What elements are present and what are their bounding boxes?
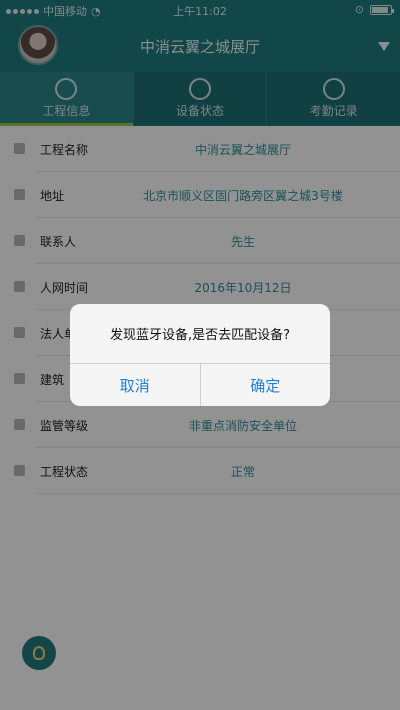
dialog-message: 发现蓝牙设备,是否去匹配设备?	[70, 304, 330, 364]
app-screen: 中国移动 ◔ 上午11:02 ⊙ 中消云翼之城展厅 工程信息 设备状态 考勤记录	[0, 0, 400, 710]
cancel-button[interactable]: 取消	[70, 364, 200, 406]
confirm-button[interactable]: 确定	[199, 364, 331, 406]
dialog-buttons: 取消 确定	[70, 364, 330, 406]
bluetooth-alert-dialog: 发现蓝牙设备,是否去匹配设备? 取消 确定	[70, 304, 330, 406]
